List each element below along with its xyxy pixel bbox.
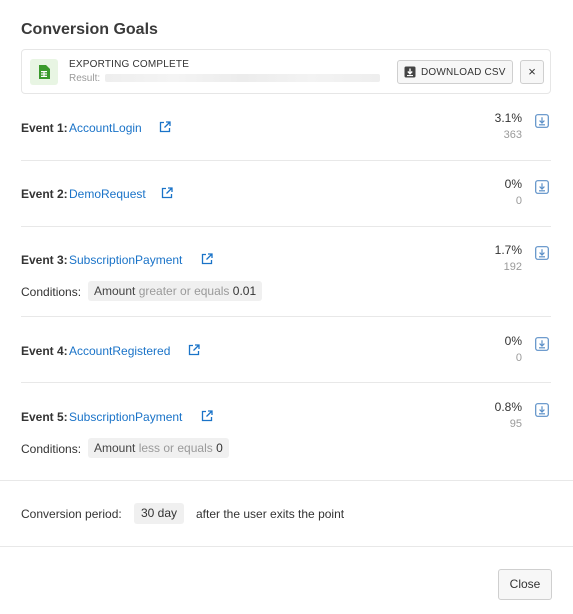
condition-value: 0 — [216, 441, 223, 455]
conversion-goals-dialog: Conversion Goals EXPORTING COMPLETE Resu… — [0, 0, 573, 614]
conversion-period-suffix: after the user exits the point — [196, 507, 345, 521]
event-5-count: 95 — [509, 418, 522, 430]
external-link-icon[interactable] — [201, 410, 213, 422]
download-icon[interactable] — [535, 246, 549, 260]
download-csv-button[interactable]: DOWNLOAD CSV — [397, 60, 513, 84]
event-5-link[interactable]: SubscriptionPayment — [69, 410, 182, 424]
event-1-link[interactable]: AccountLogin — [69, 121, 142, 135]
event-3-title: Event 3: — [21, 253, 68, 267]
event-5-title: Event 5: — [21, 410, 68, 424]
conditions-label: Conditions: — [21, 285, 82, 299]
external-link-icon[interactable] — [188, 344, 200, 356]
event-1-title: Event 1: — [21, 121, 68, 135]
divider — [0, 546, 573, 547]
close-export-button[interactable]: × — [520, 60, 544, 84]
external-link-icon[interactable] — [201, 253, 213, 265]
export-result-redacted — [105, 74, 380, 82]
event-2-count: 0 — [515, 195, 522, 207]
divider — [21, 160, 551, 161]
conversion-period-value: 30 day — [134, 503, 185, 524]
divider — [21, 316, 551, 317]
download-icon[interactable] — [535, 114, 549, 128]
export-status: EXPORTING COMPLETE — [69, 59, 190, 70]
export-result-label: Result: — [69, 73, 101, 84]
event-1-percent: 3.1% — [494, 111, 522, 125]
dialog-title: Conversion Goals — [21, 21, 158, 38]
conditions-label: Conditions: — [21, 442, 82, 456]
event-3-link[interactable]: SubscriptionPayment — [69, 253, 182, 267]
condition-field: Amount — [94, 284, 136, 298]
condition-operator: less or equals — [138, 441, 213, 455]
condition-operator: greater or equals — [138, 284, 230, 298]
event-4-link[interactable]: AccountRegistered — [69, 344, 170, 358]
condition-chip: Amount less or equals 0 — [88, 438, 229, 458]
divider — [0, 480, 573, 481]
download-csv-label: DOWNLOAD CSV — [421, 67, 506, 78]
close-button[interactable]: Close — [498, 569, 552, 600]
event-3-percent: 1.7% — [494, 243, 522, 257]
event-2-title: Event 2: — [21, 187, 68, 201]
event-4-title: Event 4: — [21, 344, 68, 358]
divider — [21, 226, 551, 227]
event-1-count: 363 — [503, 129, 522, 141]
external-link-icon[interactable] — [159, 121, 171, 133]
event-2-percent: 0% — [504, 177, 522, 191]
download-icon[interactable] — [535, 337, 549, 351]
condition-value: 0.01 — [232, 284, 257, 298]
csv-file-icon — [30, 59, 58, 85]
conversion-period-label: Conversion period: — [21, 507, 122, 521]
download-icon[interactable] — [535, 180, 549, 194]
divider — [21, 382, 551, 383]
condition-chip: Amount greater or equals 0.01 — [88, 281, 263, 301]
external-link-icon[interactable] — [161, 187, 173, 199]
event-3-count: 192 — [503, 261, 522, 273]
event-5-percent: 0.8% — [494, 400, 522, 414]
download-icon — [404, 66, 416, 78]
export-banner: EXPORTING COMPLETE Result: DOWNLOAD CSV … — [21, 49, 551, 94]
event-2-link[interactable]: DemoRequest — [69, 187, 146, 201]
condition-field: Amount — [94, 441, 136, 455]
event-4-count: 0 — [515, 352, 522, 364]
download-icon[interactable] — [535, 403, 549, 417]
event-4-percent: 0% — [504, 334, 522, 348]
